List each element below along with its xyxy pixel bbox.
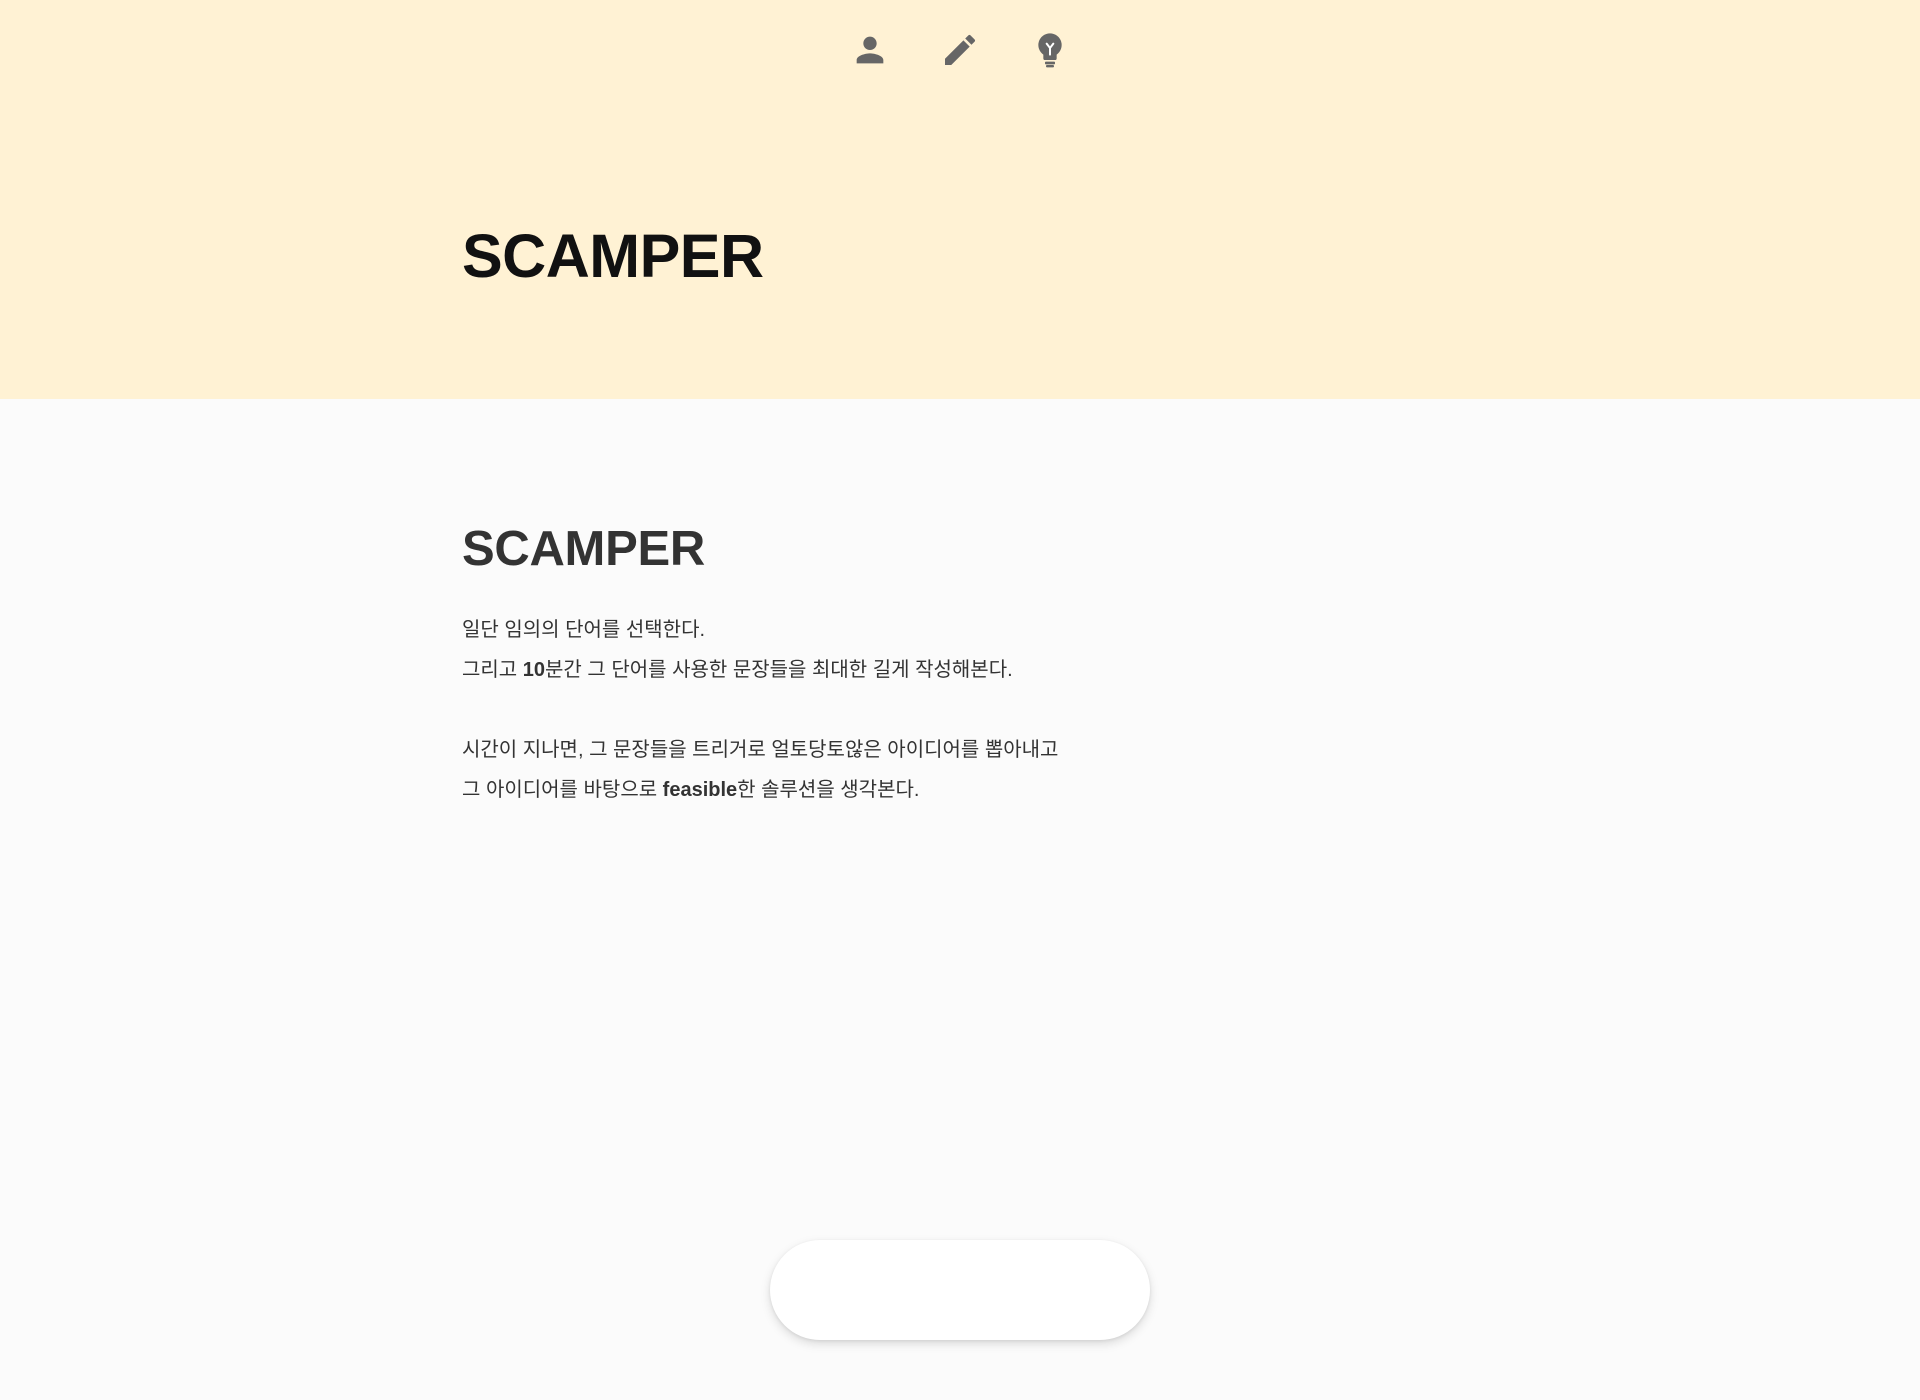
article-paragraph-2: 시간이 지나면, 그 문장들을 트리거로 얼토당토않은 아이디어를 뽑아내고 그… (462, 730, 1462, 810)
lightbulb-icon (1038, 33, 1062, 68)
article-paragraph-1: 일단 임의의 단어를 선택한다. 그리고 10분간 그 단어를 사용한 문장들을… (462, 610, 1462, 690)
bold-text: 10 (522, 659, 546, 681)
paragraph-line: 시간이 지나면, 그 문장들을 트리거로 얼토당토않은 아이디어를 뽑아내고 (462, 739, 1059, 761)
header-title: SCAMPER (462, 222, 764, 290)
person-icon (856, 36, 884, 64)
edit-button[interactable] (936, 26, 984, 74)
pencil-icon (945, 34, 976, 65)
profile-button[interactable] (846, 26, 894, 74)
text-segment: 그리고 (462, 659, 523, 681)
text-segment: 한 솔루션을 생각본다. (737, 779, 920, 801)
paragraph-line: 그 아이디어를 바탕으로 feasible한 솔루션을 생각본다. (462, 770, 1462, 810)
bold-text: feasible (662, 779, 738, 801)
text-segment: 분간 그 단어를 사용한 문장들을 최대한 길게 작성해본다. (545, 659, 1013, 681)
article: SCAMPER 일단 임의의 단어를 선택한다. 그리고 10분간 그 단어를 … (462, 525, 1462, 810)
paragraph-line: 그리고 10분간 그 단어를 사용한 문장들을 최대한 길게 작성해본다. (462, 650, 1462, 690)
paragraph-line: 일단 임의의 단어를 선택한다. (462, 619, 706, 641)
bottom-nav (770, 1240, 1150, 1340)
article-title: SCAMPER (462, 522, 705, 576)
text-segment: 그 아이디어를 바탕으로 (462, 779, 663, 801)
idea-button[interactable] (1026, 26, 1074, 74)
